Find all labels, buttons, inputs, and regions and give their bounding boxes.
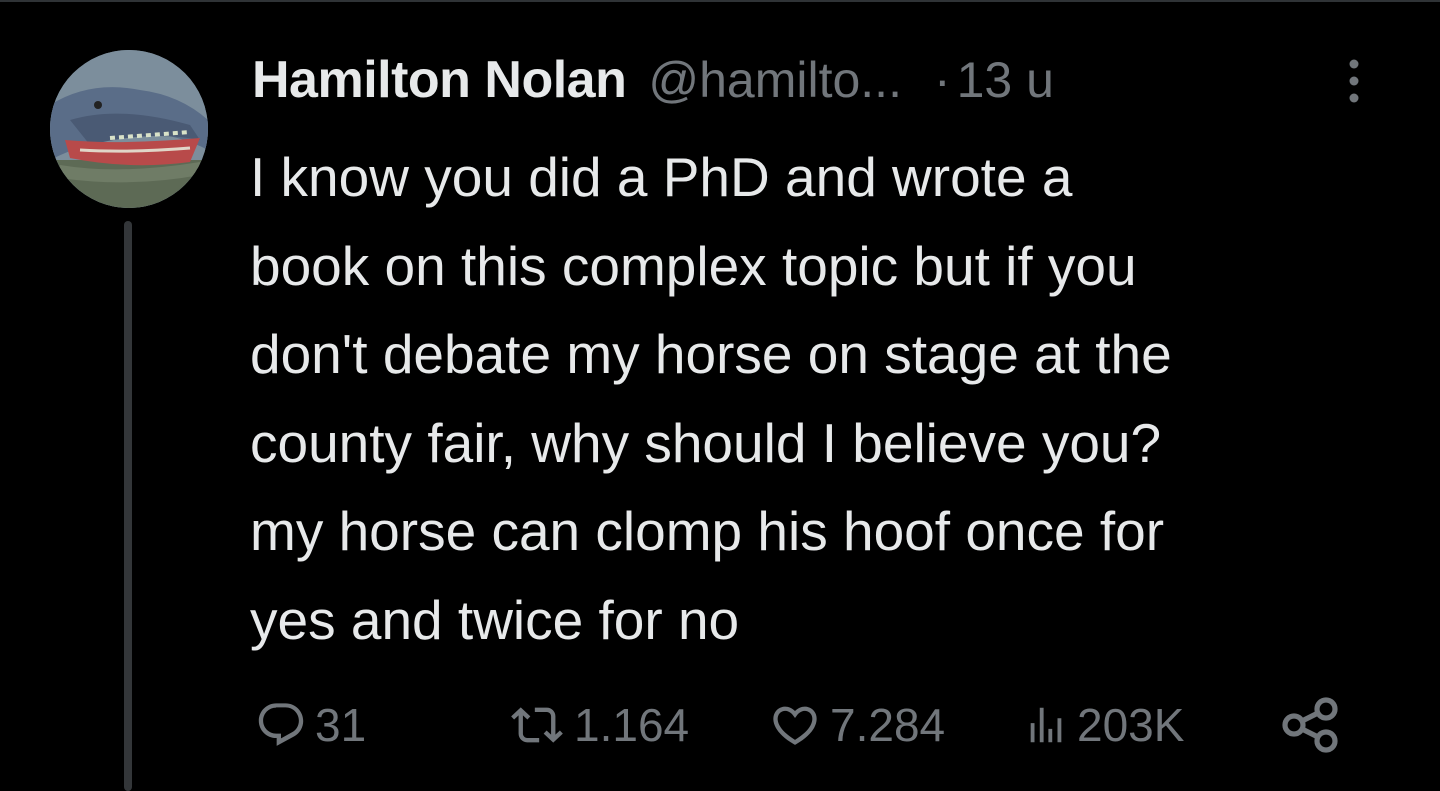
more-options-button[interactable] [1342,58,1366,104]
share-button[interactable] [1280,690,1340,760]
views-count: 203K [1077,699,1185,751]
author-name[interactable]: Hamilton Nolan [252,50,627,110]
top-divider [0,0,1440,2]
tweet-text: I know you did a PhD and wrote a book on… [250,133,1420,664]
alligator-avatar-icon [50,50,208,208]
reply-count: 31 [315,699,367,751]
tweet-text-line: book on this complex topic but if you [250,234,1137,297]
reply-icon [258,703,304,746]
more-vertical-icon [1349,59,1359,103]
like-button[interactable]: 7.284 [768,690,945,760]
repost-icon [511,707,563,743]
tweet-text-line: my horse can clomp his hoof once for [250,500,1165,562]
views-button[interactable]: 203K [1023,690,1184,760]
like-count: 7.284 [830,699,946,751]
repost-button[interactable]: 1.164 [508,690,689,760]
tweet-text-line: county fair, why should I believe you? [250,411,1162,474]
separator-dot: · [933,52,951,108]
repost-count: 1.164 [574,699,690,751]
tweet-text-line: yes and twice for no [250,588,740,651]
views-icon [1030,707,1062,743]
reply-button[interactable]: 31 [255,690,366,760]
heart-icon [773,706,817,745]
share-icon [1282,697,1338,753]
author-handle[interactable]: @hamilto... [648,51,902,109]
tweet-text-line: I know you did a PhD and wrote a [250,146,1073,208]
tweet-header: Hamilton Nolan @hamilto... · 13 u [252,50,1054,110]
tweet-text-line: don't debate my horse on stage at the [250,323,1172,385]
tweet-actions-bar: 31 1.164 7.284 203K [0,690,1440,760]
avatar[interactable] [50,50,208,208]
timestamp[interactable]: 13 u [957,51,1054,109]
